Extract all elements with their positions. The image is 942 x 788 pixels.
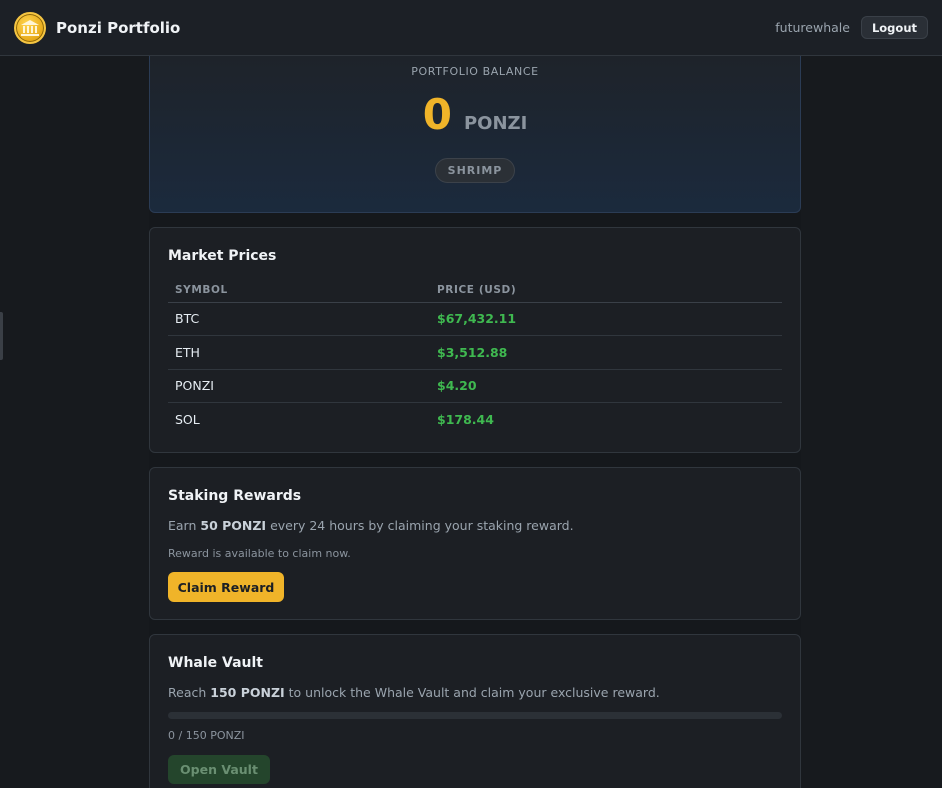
vault-desc-suffix: to unlock the Whale Vault and claim your… <box>284 685 660 700</box>
vault-progress-bar <box>168 712 782 719</box>
price-cell: $67,432.11 <box>430 302 782 336</box>
tier-badge: SHRIMP <box>435 158 515 183</box>
bank-icon <box>21 19 39 36</box>
vault-progress-text: 0 / 150 PONZI <box>168 729 245 742</box>
symbol-cell: PONZI <box>168 369 430 403</box>
column-header-symbol: SYMBOL <box>168 279 430 303</box>
price-cell: $178.44 <box>437 412 494 427</box>
vault-description: Reach 150 PONZI to unlock the Whale Vaul… <box>168 685 660 700</box>
column-header-price: PRICE (USD) <box>430 279 782 303</box>
staking-desc-prefix: Earn <box>168 518 201 533</box>
market-prices-title: Market Prices <box>168 248 277 264</box>
app-title[interactable]: Ponzi Portfolio <box>56 19 180 37</box>
portfolio-balance-card: PORTFOLIO BALANCE 0 PONZI SHRIMP <box>149 56 801 213</box>
logout-button[interactable]: Logout <box>860 16 928 39</box>
username-label: futurewhale <box>775 20 850 35</box>
symbol-cell: SOL <box>175 412 200 427</box>
price-cell: $3,512.88 <box>430 335 782 370</box>
symbol-cell: ETH <box>168 335 430 370</box>
staking-desc-suffix: every 24 hours by claiming your staking … <box>266 518 574 533</box>
balance-value-row: 0 PONZI <box>150 90 800 139</box>
sidebar-drag-handle[interactable] <box>0 312 3 360</box>
vault-desc-prefix: Reach <box>168 685 211 700</box>
staking-rewards-title: Staking Rewards <box>168 488 302 504</box>
top-navbar: Ponzi Portfolio futurewhale Logout <box>0 0 942 56</box>
coin-logo-icon[interactable] <box>14 11 46 44</box>
table-row: PONZI $4.20 <box>168 369 782 403</box>
open-vault-button[interactable]: Open Vault <box>168 755 270 784</box>
left-gutter <box>0 56 149 788</box>
staking-description: Earn 50 PONZI every 24 hours by claiming… <box>168 518 574 533</box>
whale-vault-card: Whale Vault Reach 150 PONZI to unlock th… <box>149 634 801 788</box>
table-header-row: SYMBOL PRICE (USD) <box>168 279 782 303</box>
staking-rewards-card: Staking Rewards Earn 50 PONZI every 24 h… <box>149 467 801 620</box>
balance-unit: PONZI <box>463 113 528 134</box>
reward-availability-note: Reward is available to claim now. <box>168 547 351 560</box>
staking-reward-amount: 50 PONZI <box>200 518 267 533</box>
symbol-cell: BTC <box>168 302 430 336</box>
vault-unlock-amount: 150 PONZI <box>210 685 285 700</box>
table-row: BTC $67,432.11 <box>168 302 782 336</box>
price-cell: $4.20 <box>430 369 782 403</box>
claim-reward-button[interactable]: Claim Reward <box>168 572 284 602</box>
balance-amount: 0 <box>422 90 452 139</box>
whale-vault-title: Whale Vault <box>168 655 263 671</box>
balance-label: PORTFOLIO BALANCE <box>411 65 539 78</box>
table-row: ETH $3,512.88 <box>168 335 782 370</box>
right-gutter <box>801 56 942 788</box>
market-prices-table: SYMBOL PRICE (USD) BTC $67,432.11 ETH $3… <box>168 279 782 436</box>
market-prices-card: Market Prices SYMBOL PRICE (USD) BTC $67… <box>149 227 801 453</box>
table-row: SOL $178.44 <box>168 403 782 437</box>
